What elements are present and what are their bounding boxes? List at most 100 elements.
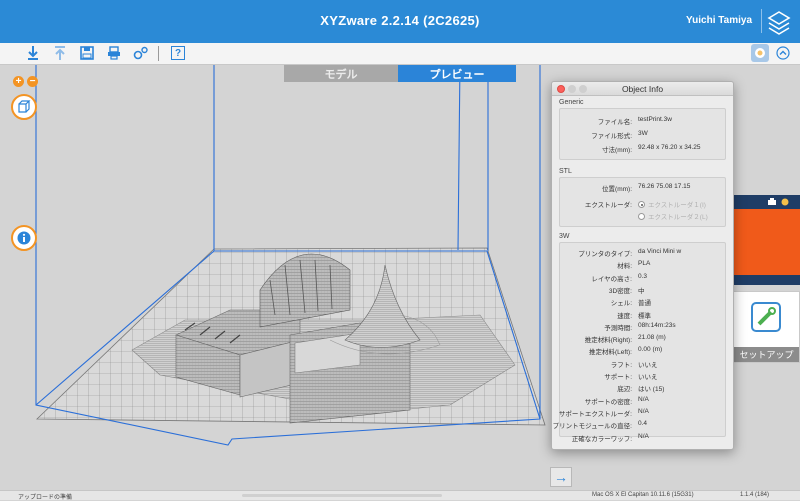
info-value: いいえ bbox=[638, 361, 658, 369]
stl-group-title: STL bbox=[559, 168, 572, 175]
info-row: 予測時間: 08h:14m:23s bbox=[560, 322, 725, 332]
zoom-in-button[interactable]: + bbox=[13, 76, 24, 87]
extruder-option-1-label: エクストルーダ１(I) bbox=[648, 202, 706, 209]
setup-card[interactable]: セットアップ bbox=[733, 291, 800, 363]
stl-group: STL 位置(mm): 76.26 75.08 17.15 エクストルーダ: エ… bbox=[559, 168, 726, 227]
toolbar-divider bbox=[158, 46, 159, 61]
app-version: 1.1.4 (184) bbox=[739, 492, 769, 498]
info-value: da Vinci Mini w bbox=[638, 248, 682, 255]
camera-view-button[interactable] bbox=[750, 43, 770, 63]
tab-model[interactable]: モデル bbox=[284, 65, 398, 82]
info-value: testPrint.3w bbox=[638, 116, 672, 123]
generic-group-title: Generic bbox=[559, 99, 584, 106]
info-value: PLA bbox=[638, 260, 651, 268]
user-name[interactable]: Yuichi Tamiya bbox=[686, 15, 752, 26]
xyz-logo-icon bbox=[767, 11, 791, 35]
status-dot-icon bbox=[781, 198, 789, 206]
info-value: はい (15) bbox=[638, 386, 665, 394]
object-info-titlebar[interactable]: Object Info bbox=[552, 82, 733, 96]
info-label: ラフト: bbox=[610, 361, 632, 369]
3w-group: 3W プリンタのタイプ: da Vinci Mini w 材料: PLA レイヤの高さ:… bbox=[553, 233, 726, 443]
info-label: ファイル名: bbox=[597, 119, 632, 126]
help-button[interactable]: ? bbox=[169, 44, 187, 62]
position-value: 76.26 75.08 17.15 bbox=[638, 183, 691, 190]
info-value: 0.4 bbox=[638, 420, 648, 428]
3w-group-box: プリンタのタイプ: da Vinci Mini w 材料: PLA レイヤの高さ: 0.3… bbox=[553, 242, 726, 443]
mode-tabs: モデル プレビュー bbox=[284, 65, 516, 82]
info-value: N/A bbox=[638, 407, 649, 415]
settings-icon bbox=[133, 46, 148, 60]
collapse-button[interactable] bbox=[774, 44, 792, 62]
settings-button[interactable] bbox=[132, 44, 150, 62]
print-button[interactable] bbox=[105, 44, 123, 62]
info-label: シェル: bbox=[610, 300, 632, 308]
radio-icon bbox=[638, 201, 645, 208]
info-row: 3D密度: 中 bbox=[560, 285, 725, 295]
extruder-row-2: エクストルーダ２(L) bbox=[560, 211, 725, 221]
info-row: 推定材料(Left): 0.00 (m) bbox=[560, 346, 725, 356]
info-row: サポートエクストルーダ: N/A bbox=[559, 407, 725, 418]
status-bar: アップロードの準備 Mac OS X El Capitan 10.11.6 (1… bbox=[0, 490, 800, 501]
chevron-up-icon bbox=[776, 46, 790, 60]
info-label: 予測時間: bbox=[604, 324, 632, 332]
app-title: XYZware 2.2.14 (2C2625) bbox=[320, 13, 480, 28]
info-label: サポートの密度: bbox=[584, 398, 632, 406]
info-row: ファイル名: testPrint.3w bbox=[560, 116, 725, 126]
info-value: 0.00 (m) bbox=[638, 346, 663, 354]
extruder-option-2[interactable]: エクストルーダ２(L) bbox=[638, 211, 708, 221]
toolbar: ? bbox=[0, 43, 800, 65]
radio-icon bbox=[638, 213, 645, 220]
panel-header-bar bbox=[733, 195, 800, 209]
info-row: レイヤの高さ: 0.3 bbox=[560, 273, 725, 283]
info-value: N/A bbox=[638, 432, 649, 440]
upload-progress-track bbox=[242, 494, 442, 497]
printer-status-icon bbox=[768, 198, 776, 205]
info-row: 速度: 標準 bbox=[560, 310, 725, 320]
info-label: 速度: bbox=[617, 312, 632, 320]
tab-preview[interactable]: プレビュー bbox=[398, 65, 516, 82]
info-row: プリントモジュールの直径: 0.4 bbox=[553, 420, 725, 430]
info-label: サポート: bbox=[604, 374, 632, 381]
info-value: 3W bbox=[638, 130, 648, 137]
position-label: 位置(mm): bbox=[602, 186, 632, 193]
printer-status-card[interactable] bbox=[733, 209, 800, 275]
object-info-window: Object Info Generic ファイル名: testPrint.3w … bbox=[551, 81, 734, 450]
info-row: 推定材料(Right): 21.08 (m) bbox=[560, 334, 725, 344]
save-icon bbox=[80, 46, 94, 60]
extruder-option-1[interactable]: エクストルーダ１(I) bbox=[638, 199, 706, 209]
generic-group: Generic ファイル名: testPrint.3w ファイル形式: 3W 寸… bbox=[559, 99, 726, 160]
help-icon: ? bbox=[171, 46, 185, 60]
info-value: 中 bbox=[638, 287, 645, 295]
info-label: 推定材料(Right): bbox=[584, 337, 632, 345]
generic-group-box: ファイル名: testPrint.3w ファイル形式: 3W 寸法(mm): 9… bbox=[559, 108, 726, 160]
view-cube-button[interactable] bbox=[11, 94, 37, 120]
info-label: 寸法(mm): bbox=[602, 147, 632, 154]
extruder-row: エクストルーダ: エクストルーダ１(I) bbox=[560, 199, 725, 209]
next-button[interactable]: → bbox=[550, 467, 572, 487]
save-button[interactable] bbox=[78, 44, 96, 62]
print-icon bbox=[108, 46, 120, 60]
info-row: サポート: いいえ bbox=[560, 371, 725, 381]
info-label: レイヤの高さ: bbox=[591, 275, 632, 283]
info-row: シェル: 普通 bbox=[560, 297, 725, 307]
info-row: 寸法(mm): 92.48 x 76.20 x 34.25 bbox=[560, 144, 725, 154]
3w-group-title: 3W bbox=[559, 233, 570, 240]
info-label: 正確なカラーワッフ: bbox=[571, 435, 632, 443]
info-button[interactable] bbox=[11, 225, 37, 251]
extruder-label: エクストルーダ: bbox=[584, 202, 632, 209]
info-value: 92.48 x 76.20 x 34.25 bbox=[638, 144, 701, 151]
info-value: 0.3 bbox=[638, 272, 648, 280]
info-label: 推定材料(Left): bbox=[589, 349, 632, 357]
info-row: 底辺: はい (15) bbox=[560, 383, 725, 393]
zoom-out-button[interactable]: − bbox=[27, 76, 38, 87]
info-value: 21.08 (m) bbox=[638, 334, 666, 342]
info-row: 正確なカラーワッフ: N/A bbox=[560, 433, 725, 443]
info-label: 3D密度: bbox=[608, 287, 632, 295]
info-label: プリンタのタイプ: bbox=[578, 251, 632, 258]
extruder-option-2-label: エクストルーダ２(L) bbox=[648, 214, 708, 221]
export-button[interactable] bbox=[51, 44, 69, 62]
os-version: Mac OS X El Capitan 10.11.6 (15G31) bbox=[592, 492, 694, 498]
import-button[interactable] bbox=[24, 44, 42, 62]
setup-wrench-icon bbox=[751, 302, 781, 332]
cube-icon bbox=[18, 100, 31, 113]
